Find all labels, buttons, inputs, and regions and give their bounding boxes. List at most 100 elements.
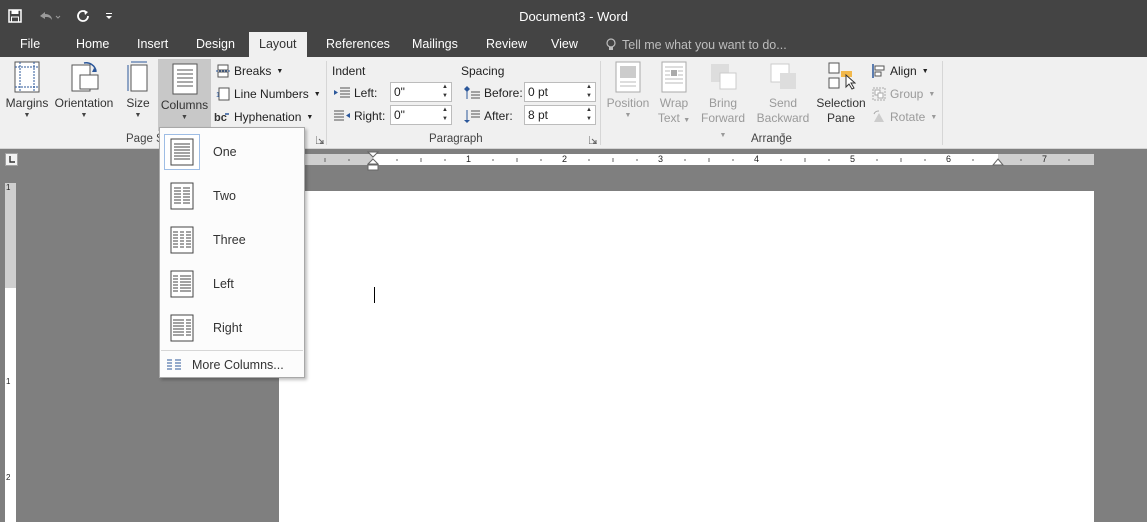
tab-layout[interactable]: Layout bbox=[249, 32, 307, 57]
columns-option-right[interactable]: Right bbox=[161, 306, 303, 350]
tab-mailings[interactable]: Mailings bbox=[402, 32, 468, 57]
title-bar: Document3 - Word bbox=[0, 0, 1147, 32]
columns-option-one[interactable]: One bbox=[161, 130, 303, 174]
breaks-button[interactable]: Breaks ▼ bbox=[216, 61, 283, 81]
columns-option-left[interactable]: Left bbox=[161, 262, 303, 306]
bring-forward-line2: Forward bbox=[700, 111, 745, 125]
group-separator bbox=[600, 61, 601, 145]
dropdown-arrow-icon: ▼ bbox=[921, 67, 929, 75]
tell-me-box[interactable]: Tell me what you want to do... bbox=[606, 32, 787, 57]
columns-option-three[interactable]: Three bbox=[161, 218, 303, 262]
spacing-before-input[interactable]: 0 pt ▲ ▼ bbox=[524, 82, 596, 102]
wrap-text-line2: Text bbox=[657, 111, 680, 125]
tab-file[interactable]: File bbox=[10, 32, 50, 57]
spacing-before-value: 0 pt bbox=[528, 85, 549, 99]
ruler-ticks bbox=[300, 158, 1070, 162]
more-columns-label: More Columns... bbox=[192, 358, 284, 372]
spinner-arrows-icon[interactable]: ▲ ▼ bbox=[440, 106, 450, 124]
group-button[interactable]: Group ▼ bbox=[872, 84, 935, 104]
rotate-label: Rotate bbox=[890, 110, 926, 124]
two-columns-icon bbox=[164, 178, 200, 214]
columns-option-label: One bbox=[213, 145, 237, 159]
ruler-number: 6 bbox=[946, 154, 952, 164]
indent-left-input[interactable]: 0" ▲ ▼ bbox=[390, 82, 452, 102]
margins-label: Margins bbox=[5, 96, 49, 110]
spinner-arrows-icon[interactable]: ▲ ▼ bbox=[584, 83, 594, 101]
line-numbers-label: Line Numbers bbox=[234, 87, 309, 101]
margins-button[interactable]: Margins ▼ bbox=[4, 61, 50, 131]
more-columns-item[interactable]: More Columns... bbox=[161, 354, 303, 376]
tab-review[interactable]: Review bbox=[476, 32, 537, 57]
selection-pane-button[interactable]: Selection Pane bbox=[814, 61, 868, 131]
spacing-after-value: 8 pt bbox=[528, 108, 549, 122]
lightbulb-icon bbox=[606, 37, 616, 50]
dropdown-arrow-icon: ▼ bbox=[624, 112, 632, 119]
tab-view[interactable]: View bbox=[541, 32, 588, 57]
ribbon-tabs: File Home Insert Design Layout Reference… bbox=[0, 32, 1147, 57]
align-button[interactable]: Align ▼ bbox=[872, 61, 929, 81]
bring-forward-icon bbox=[711, 64, 737, 90]
more-columns-icon bbox=[167, 359, 181, 370]
columns-label: Columns bbox=[160, 98, 209, 112]
hyphenation-label: Hyphenation bbox=[234, 110, 302, 124]
dropdown-arrow-icon: ▼ bbox=[23, 112, 31, 119]
one-column-icon bbox=[164, 134, 200, 170]
line-numbers-button[interactable]: 1 Line Numbers ▼ bbox=[216, 84, 321, 104]
tab-design[interactable]: Design bbox=[186, 32, 245, 57]
svg-text:1: 1 bbox=[216, 92, 220, 99]
indent-right-label-group: Right: bbox=[334, 106, 385, 126]
wrap-text-icon bbox=[661, 61, 687, 93]
ruler-number: 5 bbox=[850, 154, 856, 164]
columns-button[interactable]: Columns ▼ bbox=[158, 59, 211, 131]
wrap-text-button[interactable]: Wrap Text ▼ bbox=[654, 61, 694, 131]
spacing-after-input[interactable]: 8 pt ▲ ▼ bbox=[524, 105, 596, 125]
dropdown-arrow-icon: ▼ bbox=[134, 112, 142, 119]
group-separator bbox=[942, 61, 943, 145]
dropdown-arrow-icon: ▼ bbox=[276, 67, 284, 75]
spacing-after-label-group: After: bbox=[464, 106, 513, 126]
ruler-number: 1 bbox=[466, 154, 472, 164]
indent-right-icon bbox=[334, 110, 350, 121]
tab-home[interactable]: Home bbox=[66, 32, 119, 57]
spacing-before-label: Before: bbox=[484, 86, 523, 100]
indent-marker-icon[interactable] bbox=[367, 151, 379, 171]
paragraph-launcher-icon[interactable] bbox=[589, 136, 597, 144]
tab-selector-icon[interactable] bbox=[5, 153, 18, 166]
right-column-icon bbox=[164, 310, 200, 346]
orientation-label: Orientation bbox=[54, 96, 114, 110]
window-title: Document3 - Word bbox=[519, 9, 628, 24]
position-label: Position bbox=[606, 96, 650, 110]
orientation-button[interactable]: Orientation ▼ bbox=[52, 61, 116, 131]
spacing-before-label-group: Before: bbox=[464, 83, 523, 103]
indent-right-input[interactable]: 0" ▲ ▼ bbox=[390, 105, 452, 125]
hyphenation-button[interactable]: bc Hyphenation ▼ bbox=[214, 107, 313, 127]
document-page[interactable] bbox=[279, 191, 1094, 522]
columns-option-label: Left bbox=[213, 277, 234, 291]
spinner-arrows-icon[interactable]: ▲ ▼ bbox=[440, 83, 450, 101]
indent-left-label: Left: bbox=[354, 86, 378, 100]
send-backward-button[interactable]: Send Backward ▼ bbox=[752, 61, 814, 139]
ruler-number: 7 bbox=[1042, 154, 1048, 164]
position-button[interactable]: Position ▼ bbox=[604, 61, 652, 131]
svg-text:bc: bc bbox=[214, 112, 227, 124]
menu-divider bbox=[161, 350, 303, 351]
line-numbers-icon: 1 bbox=[216, 87, 230, 101]
size-button[interactable]: Size ▼ bbox=[120, 61, 156, 131]
margins-icon bbox=[14, 61, 40, 93]
vruler-number: 1 bbox=[6, 183, 11, 192]
columns-option-two[interactable]: Two bbox=[161, 174, 303, 218]
indent-right-label: Right: bbox=[354, 109, 386, 123]
right-indent-marker-icon[interactable] bbox=[992, 158, 1004, 166]
page-setup-launcher-icon[interactable] bbox=[316, 136, 324, 144]
spinner-arrows-icon[interactable]: ▲ ▼ bbox=[584, 106, 594, 124]
tab-references[interactable]: References bbox=[316, 32, 400, 57]
bring-forward-button[interactable]: Bring Forward ▼ bbox=[696, 61, 750, 139]
indent-left-icon bbox=[334, 87, 350, 98]
size-icon bbox=[127, 61, 148, 92]
ruler-number: 4 bbox=[754, 154, 760, 164]
indent-right-value: 0" bbox=[394, 108, 405, 122]
spacing-after-label: After: bbox=[484, 109, 513, 123]
tab-insert[interactable]: Insert bbox=[127, 32, 178, 57]
rotate-button[interactable]: Rotate ▼ bbox=[872, 107, 937, 127]
group-icon bbox=[872, 87, 886, 101]
